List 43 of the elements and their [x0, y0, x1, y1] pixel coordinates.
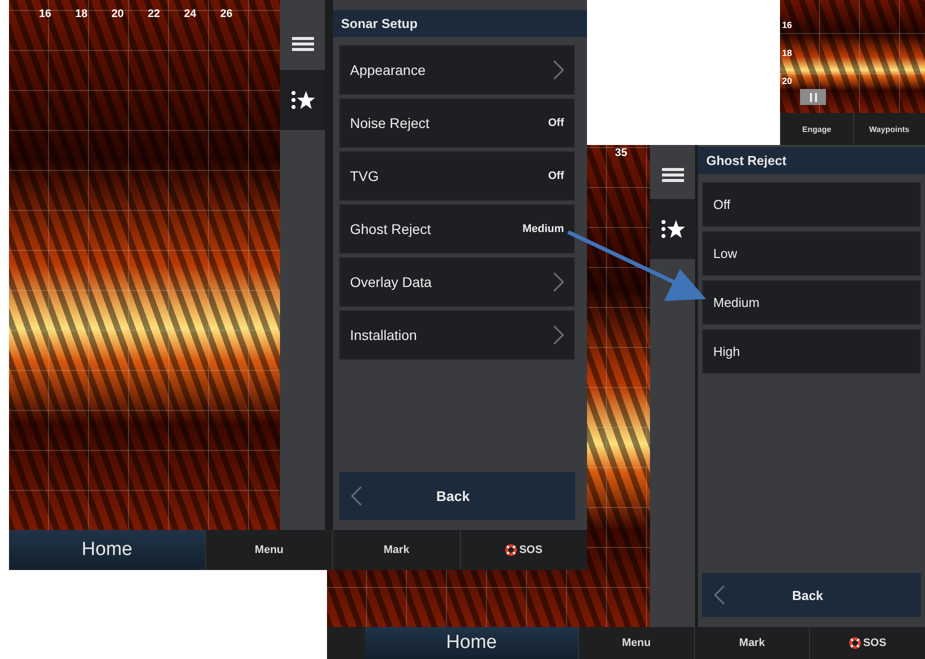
panel-title: Ghost Reject — [698, 147, 925, 174]
favorites-button[interactable] — [280, 70, 325, 130]
menu-icon — [292, 37, 314, 51]
menu-item[interactable]: Off — [702, 182, 921, 227]
range-label: 22 — [148, 8, 160, 20]
back-button[interactable]: Back — [339, 472, 575, 520]
chevron-left-icon — [714, 585, 726, 605]
range-label: 26 — [220, 8, 232, 20]
home-button[interactable]: Home — [365, 627, 578, 659]
menu-item[interactable]: Appearance — [339, 45, 575, 95]
menu-item[interactable]: Low — [702, 231, 921, 276]
chevron-left-icon — [351, 486, 363, 506]
depth-label: 16 — [782, 20, 792, 30]
setting-value: Off — [548, 170, 564, 182]
favorites-button[interactable] — [650, 199, 696, 259]
menu-item[interactable]: Installation — [339, 310, 575, 360]
chevron-right-icon — [552, 60, 564, 80]
range-label: 20 — [112, 8, 124, 20]
setting-value: Off — [548, 117, 564, 129]
lifebuoy-icon — [849, 637, 862, 649]
list-star-icon — [660, 219, 685, 239]
menu-item[interactable]: Ghost Reject Medium — [339, 204, 575, 254]
range-label: 24 — [184, 8, 196, 20]
menu-item[interactable]: High — [702, 329, 921, 374]
lifebuoy-icon — [505, 544, 518, 556]
setting-value: Medium — [522, 223, 564, 235]
home-button[interactable]: Home — [9, 530, 205, 570]
range-label: 35 — [615, 147, 628, 159]
menu-item[interactable]: Overlay Data — [339, 257, 575, 307]
menu-item[interactable]: Medium — [702, 280, 921, 325]
menu-item[interactable]: TVG Off — [339, 151, 575, 201]
chevron-right-icon — [552, 272, 564, 292]
menu-item[interactable]: Noise Reject Off — [339, 98, 575, 148]
depth-label: 20 — [782, 76, 792, 86]
list-star-icon — [290, 90, 314, 110]
chevron-right-icon — [552, 325, 564, 345]
back-button[interactable]: Back — [702, 573, 921, 617]
range-label: 16 — [39, 8, 52, 20]
depth-label: 18 — [782, 48, 792, 58]
range-label: 18 — [75, 8, 88, 20]
panel-title: Sonar Setup — [333, 10, 587, 37]
menu-icon — [662, 168, 684, 182]
pause-button[interactable] — [800, 89, 826, 105]
